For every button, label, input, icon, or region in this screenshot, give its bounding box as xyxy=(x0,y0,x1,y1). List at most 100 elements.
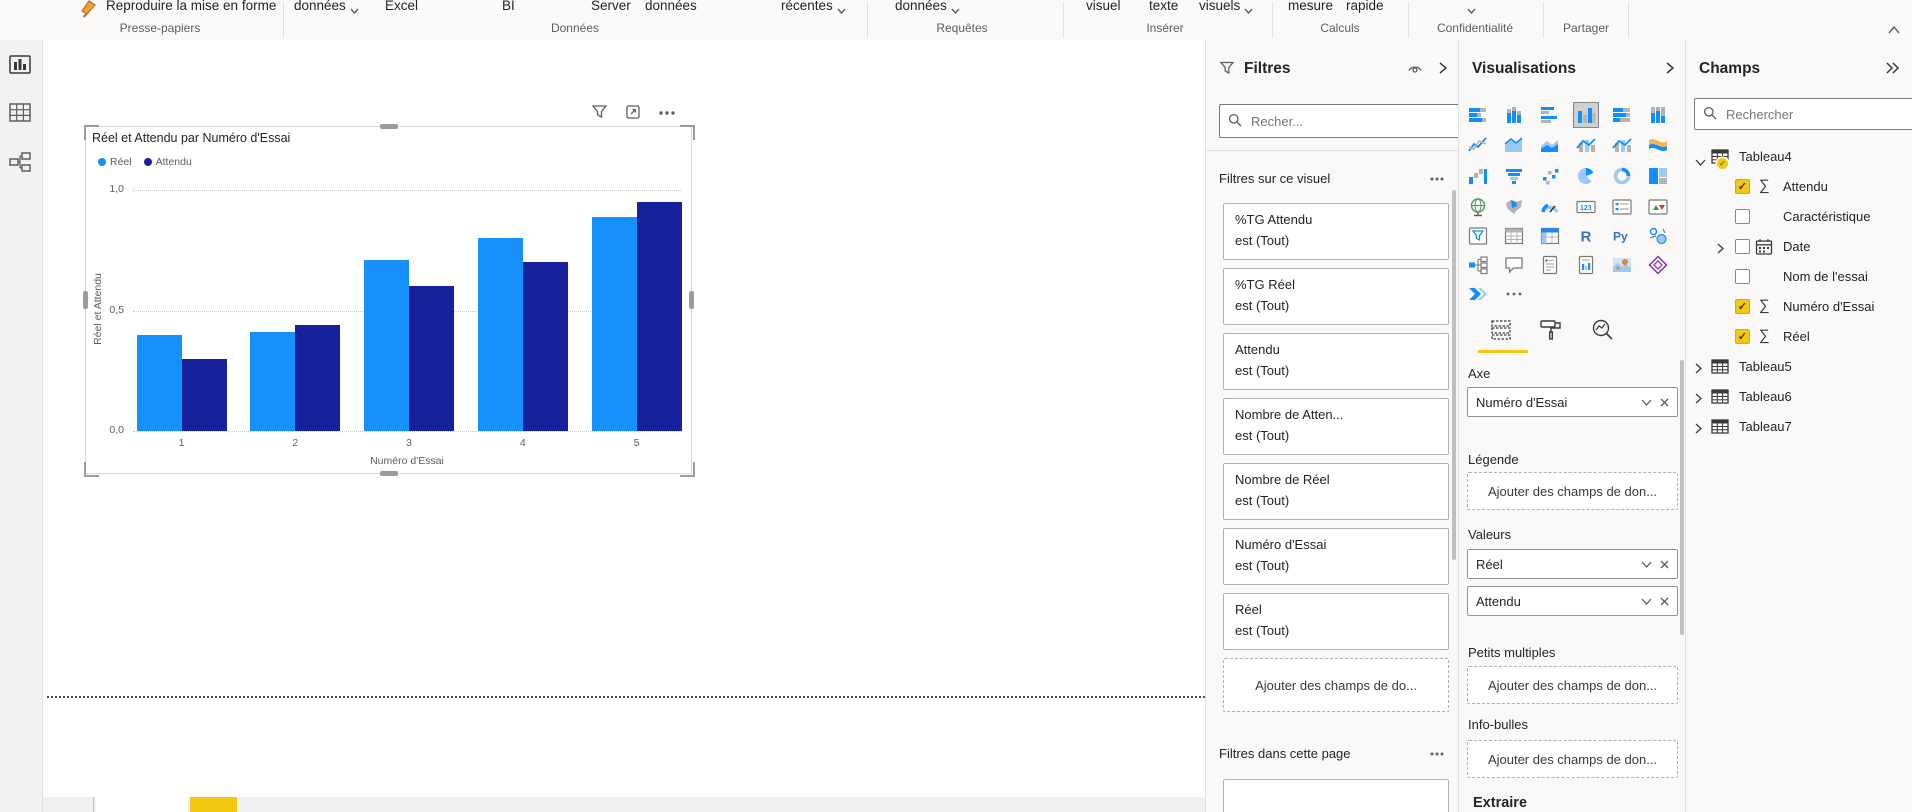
power-automate-icon[interactable] xyxy=(1466,282,1490,306)
ribbon-button-visuels[interactable]: visuels xyxy=(1199,0,1253,17)
kpi-icon[interactable] xyxy=(1646,195,1670,219)
filter-card[interactable]: Nombre de Réel est (Tout) xyxy=(1223,463,1449,520)
add-data-fields-dropzone[interactable]: Ajouter des champs de do... xyxy=(1223,658,1449,712)
field-row-date[interactable]: Date xyxy=(1686,232,1912,262)
filter-icon[interactable] xyxy=(591,104,608,121)
tab-fields[interactable] xyxy=(1488,317,1514,343)
chevron-down-icon[interactable] xyxy=(1641,561,1652,568)
area-chart-icon[interactable] xyxy=(1502,133,1526,157)
ribbon-button-bi[interactable]: BI xyxy=(502,0,515,13)
clustered-bar-chart-icon[interactable] xyxy=(1538,103,1562,127)
bar-réel-1[interactable] xyxy=(136,335,182,431)
remove-icon[interactable] xyxy=(1660,398,1669,407)
collapse-pane-icon[interactable] xyxy=(1439,61,1448,77)
python-visual-icon[interactable]: Py xyxy=(1610,224,1634,248)
smart-narrative-icon[interactable] xyxy=(1538,253,1562,277)
ribbon-button-reproduire-la-mise-en-forme[interactable]: Reproduire la mise en forme xyxy=(78,0,276,21)
treemap-icon[interactable] xyxy=(1646,164,1670,188)
table-icon[interactable] xyxy=(1502,224,1526,248)
ribbon-button-dropdown[interactable] xyxy=(1463,0,1476,17)
field-checkbox[interactable] xyxy=(1735,269,1750,284)
ribbon-button-mesure[interactable]: mesure xyxy=(1288,0,1333,13)
table-row-tableau4[interactable]: ✓ Tableau4 xyxy=(1686,142,1912,172)
ribbon-button-récentes[interactable]: récentes xyxy=(781,0,846,17)
page-tab-highlighted[interactable] xyxy=(190,797,237,812)
fields-search-input[interactable] xyxy=(1724,105,1912,123)
selection-corner-handle[interactable] xyxy=(680,462,695,477)
ribbon-button-server[interactable]: Server xyxy=(591,0,631,13)
more-options-icon[interactable] xyxy=(1429,751,1445,757)
filter-card-partial[interactable] xyxy=(1223,779,1449,812)
filter-card[interactable]: Numéro d'Essai est (Tout) xyxy=(1223,528,1449,585)
bar-attendu-2[interactable] xyxy=(295,325,341,431)
pie-chart-icon[interactable] xyxy=(1574,164,1598,188)
paginated-report-icon[interactable] xyxy=(1574,253,1598,277)
remove-icon[interactable] xyxy=(1660,560,1669,569)
field-row-attendu[interactable]: ✓ ∑ Attendu xyxy=(1686,172,1912,202)
selection-corner-handle[interactable] xyxy=(84,462,99,477)
ribbon-button-visuel[interactable]: visuel xyxy=(1086,0,1121,13)
filter-card[interactable]: Attendu est (Tout) xyxy=(1223,333,1449,390)
tab-analytics[interactable] xyxy=(1590,317,1616,343)
power-apps-icon[interactable] xyxy=(1646,253,1670,277)
visualizations-scrollbar[interactable] xyxy=(1680,360,1684,635)
chevron-down-icon[interactable] xyxy=(1641,598,1652,605)
bar-attendu-3[interactable] xyxy=(409,286,454,431)
bar-attendu-1[interactable] xyxy=(181,359,227,431)
ribbon-button-excel[interactable]: Excel xyxy=(385,0,418,13)
ribbon-button-données[interactable]: données xyxy=(294,0,359,17)
table-row-tableau6[interactable]: Tableau6 xyxy=(1686,382,1912,412)
selection-handle-bottom[interactable] xyxy=(380,471,398,476)
bar-chart-visual[interactable]: Réel et Attendu par Numéro d'Essai Réel At… xyxy=(83,124,695,477)
filled-map-icon[interactable] xyxy=(1502,195,1526,219)
model-view-icon[interactable] xyxy=(8,150,34,176)
chevron-right-icon[interactable] xyxy=(1695,362,1702,377)
chevron-right-icon[interactable] xyxy=(1717,242,1724,257)
gauge-icon[interactable] xyxy=(1538,195,1562,219)
bar-réel-2[interactable] xyxy=(250,332,296,431)
page-tab-active[interactable] xyxy=(96,797,188,812)
legend-item[interactable]: Réel xyxy=(98,156,132,168)
ribbon-button-rapide[interactable]: rapide xyxy=(1346,0,1384,13)
legend-item[interactable]: Attendu xyxy=(143,156,192,168)
clustered-column-chart-icon[interactable] xyxy=(1573,102,1599,128)
field-checkbox[interactable]: ✓ xyxy=(1735,329,1750,344)
bar-attendu-4[interactable] xyxy=(522,262,568,431)
multi-row-card-icon[interactable] xyxy=(1610,195,1634,219)
filters-scrollbar[interactable] xyxy=(1452,190,1456,560)
field-row-caractéristique[interactable]: Caractéristique xyxy=(1686,202,1912,232)
field-chip-attendu[interactable]: Attendu xyxy=(1467,586,1678,616)
card-icon[interactable]: 123 xyxy=(1574,195,1598,219)
double-chevron-right-icon[interactable] xyxy=(1885,61,1901,77)
table-row-tableau5[interactable]: Tableau5 xyxy=(1686,352,1912,382)
focus-mode-icon[interactable] xyxy=(625,104,642,121)
stacked-area-chart-icon[interactable] xyxy=(1538,133,1562,157)
field-checkbox[interactable] xyxy=(1735,209,1750,224)
ribbon-button-texte[interactable]: texte xyxy=(1149,0,1178,13)
bar-réel-4[interactable] xyxy=(477,238,523,431)
filter-card[interactable]: Nombre de Atten... est (Tout) xyxy=(1223,398,1449,455)
chevron-right-icon[interactable] xyxy=(1695,392,1702,407)
field-chip-réel[interactable]: Réel xyxy=(1467,549,1678,579)
q-and-a-icon[interactable] xyxy=(1502,253,1526,277)
selection-handle-right[interactable] xyxy=(689,291,694,309)
bar-réel-3[interactable] xyxy=(364,260,409,431)
filter-card[interactable]: %TG Réel est (Tout) xyxy=(1223,268,1449,325)
field-row-réel[interactable]: ✓ ∑ Réel xyxy=(1686,322,1912,352)
r-script-visual-icon[interactable]: R xyxy=(1574,224,1598,248)
map-icon[interactable] xyxy=(1466,195,1490,219)
report-canvas[interactable]: Réel et Attendu par Numéro d'Essai Réel At… xyxy=(43,40,1205,812)
chevron-right-icon[interactable] xyxy=(1695,422,1702,437)
matrix-icon[interactable] xyxy=(1538,224,1562,248)
data-view-icon[interactable] xyxy=(8,101,34,127)
remove-icon[interactable] xyxy=(1660,597,1669,606)
eye-icon[interactable] xyxy=(1407,62,1423,77)
selection-handle-top[interactable] xyxy=(380,124,398,129)
filter-card[interactable]: %TG Attendu est (Tout) xyxy=(1223,203,1449,260)
add-data-fields-dropzone[interactable]: Ajouter des champs de don... xyxy=(1467,666,1678,704)
ribbon-collapse-button[interactable] xyxy=(1888,22,1902,34)
collapse-pane-icon[interactable] xyxy=(1666,61,1675,77)
donut-chart-icon[interactable] xyxy=(1610,164,1634,188)
ribbon-chart-icon[interactable] xyxy=(1646,133,1670,157)
slicer-icon[interactable] xyxy=(1466,224,1490,248)
